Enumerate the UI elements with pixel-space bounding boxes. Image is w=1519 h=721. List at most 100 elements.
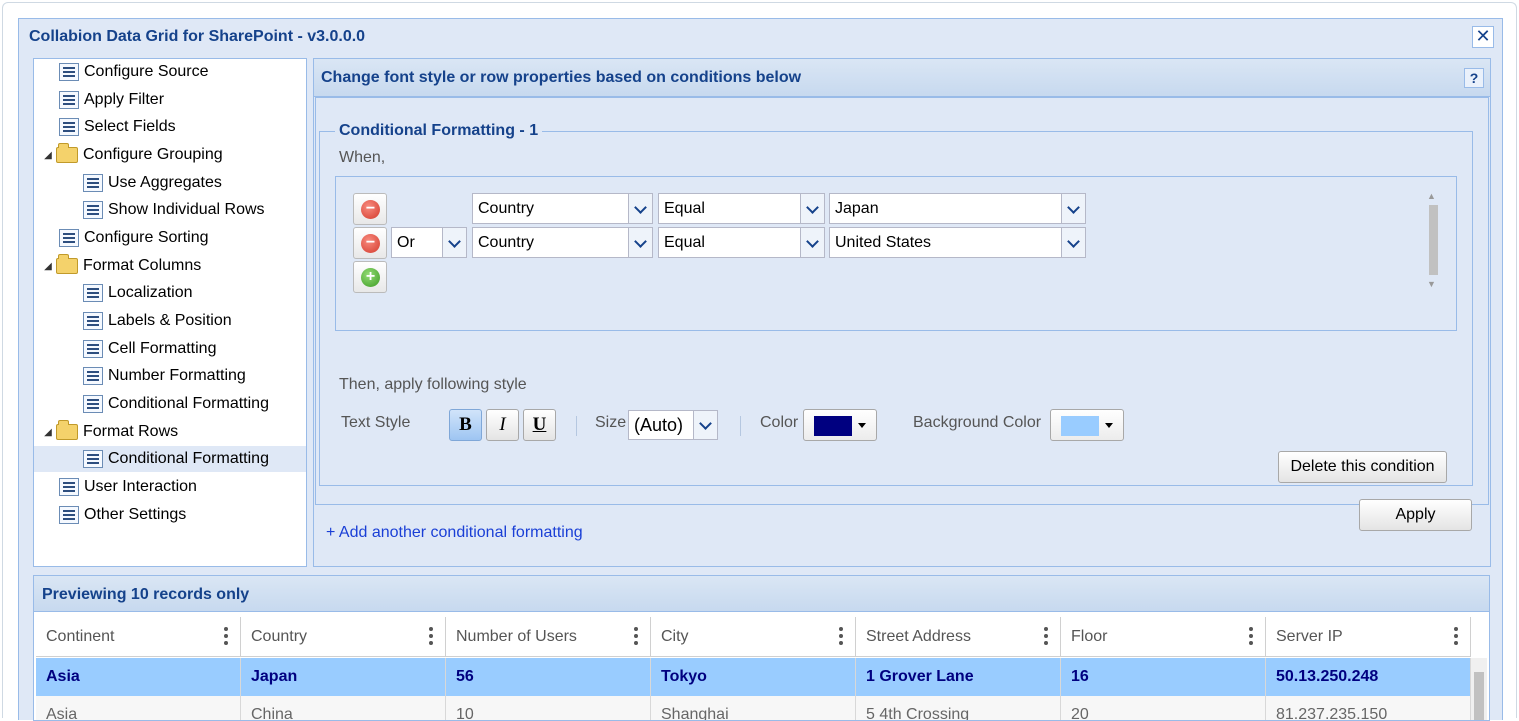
operator-select[interactable]: Equal bbox=[658, 227, 825, 258]
value-select[interactable]: United States bbox=[829, 227, 1086, 258]
tree-item-configure-source[interactable]: Configure Source bbox=[59, 59, 209, 85]
table-cell: 16 bbox=[1061, 658, 1266, 696]
node-icon bbox=[83, 174, 103, 192]
table-cell: Asia bbox=[36, 658, 241, 696]
tree-item-labels-position[interactable]: Labels & Position bbox=[83, 308, 232, 334]
background-color-picker[interactable] bbox=[1050, 409, 1124, 441]
tree-item-apply-filter[interactable]: Apply Filter bbox=[59, 87, 164, 113]
column-menu-icon[interactable] bbox=[224, 625, 228, 647]
field-select[interactable]: Country bbox=[472, 227, 653, 258]
tree-item-use-aggregates[interactable]: Use Aggregates bbox=[83, 170, 222, 196]
expand-icon[interactable]: ◢ bbox=[42, 261, 54, 272]
dialog-window: Collabion Data Grid for SharePoint - v3.… bbox=[18, 18, 1503, 721]
tree-item-configure-grouping[interactable]: ◢ Configure Grouping bbox=[42, 142, 223, 168]
table-cell: 20 bbox=[1061, 696, 1266, 720]
column-header[interactable]: Continent bbox=[36, 617, 241, 657]
settings-panel: Change font style or row properties base… bbox=[313, 58, 1491, 567]
tree-item-label: Cell Formatting bbox=[108, 340, 217, 357]
tree-item-cell-formatting[interactable]: Cell Formatting bbox=[83, 336, 216, 362]
table-row[interactable]: Asia China 10 Shanghai 5 4th Crossing 20… bbox=[36, 696, 1471, 720]
close-icon[interactable]: ✕ bbox=[1472, 26, 1494, 48]
column-header-label: Server IP bbox=[1276, 628, 1343, 645]
chevron-down-icon[interactable] bbox=[693, 411, 717, 439]
table-cell: 1 Grover Lane bbox=[856, 658, 1061, 696]
add-condition-button[interactable]: + bbox=[353, 261, 387, 293]
column-header-label: City bbox=[661, 628, 689, 645]
preview-title: Previewing 10 records only bbox=[42, 586, 250, 603]
column-menu-icon[interactable] bbox=[1249, 625, 1253, 647]
scroll-down-icon[interactable]: ▼ bbox=[1427, 279, 1436, 289]
operator-select[interactable]: Equal bbox=[658, 193, 825, 224]
column-menu-icon[interactable] bbox=[634, 625, 638, 647]
tree-item-localization[interactable]: Localization bbox=[83, 280, 193, 306]
table-cell: Shanghai bbox=[651, 696, 856, 720]
tree-item-label: Configure Source bbox=[84, 63, 209, 80]
tree-item-label: Conditional Formatting bbox=[108, 395, 269, 412]
tree-item-column-conditional-formatting[interactable]: Conditional Formatting bbox=[83, 391, 269, 417]
column-header[interactable]: City bbox=[651, 617, 856, 657]
bold-button[interactable]: B bbox=[449, 409, 482, 441]
scroll-thumb[interactable] bbox=[1429, 205, 1438, 275]
tree-item-row-conditional-formatting[interactable]: Conditional Formatting bbox=[34, 446, 306, 472]
chevron-down-icon[interactable] bbox=[442, 228, 466, 257]
delete-condition-button[interactable]: Delete this condition bbox=[1278, 451, 1447, 483]
conditional-formatting-container: Conditional Formatting - 1 When, − Count… bbox=[315, 97, 1489, 505]
tree-item-number-formatting[interactable]: Number Formatting bbox=[83, 363, 246, 389]
logic-select[interactable]: Or bbox=[391, 227, 467, 258]
expand-icon[interactable]: ◢ bbox=[42, 150, 54, 161]
chevron-down-icon[interactable] bbox=[800, 228, 824, 257]
chevron-down-icon[interactable] bbox=[1061, 194, 1085, 223]
font-color-swatch bbox=[814, 416, 852, 436]
tree-item-user-interaction[interactable]: User Interaction bbox=[59, 474, 197, 500]
preview-header: Previewing 10 records only bbox=[34, 576, 1489, 612]
italic-button[interactable]: I bbox=[486, 409, 519, 441]
node-icon bbox=[83, 201, 103, 219]
field-select-value: Country bbox=[478, 200, 535, 217]
remove-condition-button[interactable]: − bbox=[353, 227, 387, 259]
field-select[interactable]: Country bbox=[472, 193, 653, 224]
tree-item-select-fields[interactable]: Select Fields bbox=[59, 114, 176, 140]
size-select[interactable]: (Auto) bbox=[628, 410, 718, 440]
scroll-thumb[interactable] bbox=[1474, 672, 1484, 720]
chevron-down-icon[interactable] bbox=[800, 194, 824, 223]
tree-item-label: Format Rows bbox=[83, 423, 179, 440]
when-label: When, bbox=[339, 149, 386, 166]
apply-button[interactable]: Apply bbox=[1359, 499, 1472, 531]
underline-button[interactable]: U bbox=[523, 409, 556, 441]
scroll-up-icon[interactable]: ▲ bbox=[1427, 191, 1436, 201]
column-header[interactable]: Country bbox=[241, 617, 446, 657]
column-menu-icon[interactable] bbox=[839, 625, 843, 647]
field-select-value: Country bbox=[478, 234, 535, 251]
node-icon bbox=[83, 367, 103, 385]
remove-condition-button[interactable]: − bbox=[353, 193, 387, 225]
value-select[interactable]: Japan bbox=[829, 193, 1086, 224]
toolbar-separator bbox=[576, 416, 577, 436]
tree-item-format-columns[interactable]: ◢ Format Columns bbox=[42, 253, 201, 279]
tree-item-other-settings[interactable]: Other Settings bbox=[59, 502, 186, 528]
column-menu-icon[interactable] bbox=[429, 625, 433, 647]
chevron-down-icon[interactable] bbox=[628, 194, 652, 223]
column-header[interactable]: Street Address bbox=[856, 617, 1061, 657]
tree-item-show-individual-rows[interactable]: Show Individual Rows bbox=[83, 197, 265, 223]
column-menu-icon[interactable] bbox=[1454, 625, 1458, 647]
tree-item-configure-sorting[interactable]: Configure Sorting bbox=[59, 225, 209, 251]
node-icon bbox=[59, 118, 79, 136]
expand-icon[interactable]: ◢ bbox=[42, 427, 54, 438]
table-row[interactable]: Asia Japan 56 Tokyo 1 Grover Lane 16 50.… bbox=[36, 658, 1471, 696]
nav-tree: Configure Source Apply Filter Select Fie… bbox=[33, 58, 307, 567]
column-header[interactable]: Number of Users bbox=[446, 617, 651, 657]
node-icon bbox=[59, 506, 79, 524]
grid-scrollbar[interactable] bbox=[1471, 658, 1487, 720]
font-color-picker[interactable] bbox=[803, 409, 877, 441]
chevron-down-icon[interactable] bbox=[1061, 228, 1085, 257]
column-menu-icon[interactable] bbox=[1044, 625, 1048, 647]
tree-item-format-rows[interactable]: ◢ Format Rows bbox=[42, 419, 178, 445]
panel-title: Change font style or row properties base… bbox=[321, 69, 802, 86]
add-conditional-formatting-link[interactable]: + Add another conditional formatting bbox=[326, 524, 583, 542]
column-header[interactable]: Floor bbox=[1061, 617, 1266, 657]
column-header[interactable]: Server IP bbox=[1266, 617, 1471, 657]
fieldset-legend: Conditional Formatting - 1 bbox=[339, 122, 539, 139]
help-icon[interactable]: ? bbox=[1464, 68, 1484, 88]
conditions-scrollbar[interactable]: ▲ ▼ bbox=[1426, 191, 1440, 291]
chevron-down-icon[interactable] bbox=[628, 228, 652, 257]
